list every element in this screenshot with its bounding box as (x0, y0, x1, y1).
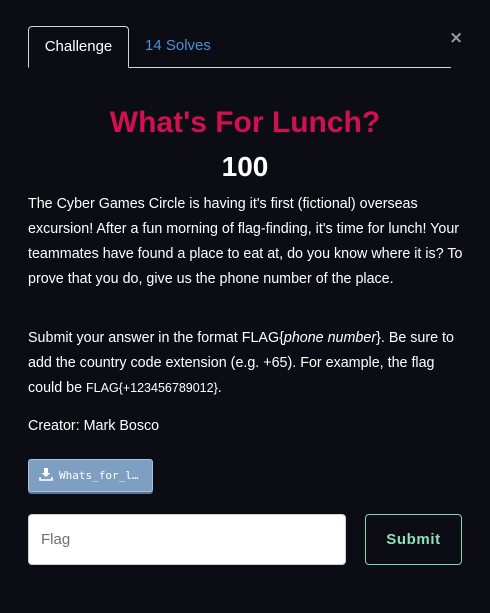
attachment-filename: Whats_for_l… (59, 469, 139, 482)
instructions-text: Submit your answer in the format FLAG{ (28, 330, 284, 346)
tab-bar: Challenge 14 Solves (28, 26, 451, 68)
instructions-emphasis: phone number (283, 330, 377, 346)
challenge-title: What's For Lunch? (109, 106, 381, 139)
challenge-creator: Creator: Mark Bosco (28, 418, 160, 434)
close-icon[interactable]: × (449, 29, 463, 47)
challenge-points: 100 (221, 151, 269, 182)
flag-example-code: FLAG{+123456789012} (86, 381, 218, 395)
submit-button[interactable]: Submit (365, 514, 462, 565)
download-icon (39, 468, 53, 481)
flag-format-instructions: Submit your answer in the format FLAG{ph… (28, 326, 468, 401)
tab-challenge[interactable]: Challenge (28, 26, 129, 68)
challenge-description: The Cyber Games Circle is having it's fi… (28, 196, 463, 287)
attachment-download-button[interactable]: Whats_for_l… (28, 459, 153, 492)
challenge-modal: × Challenge 14 Solves What's For Lunch? … (0, 0, 490, 613)
tab-solves[interactable]: 14 Solves (145, 26, 211, 66)
flag-input[interactable] (28, 514, 346, 565)
instructions-end: . (217, 380, 222, 396)
